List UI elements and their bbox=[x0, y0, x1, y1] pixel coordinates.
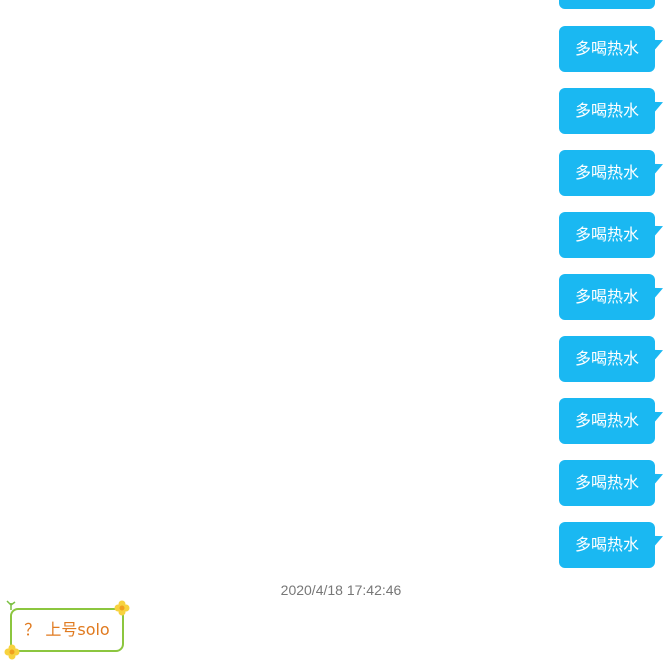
message-text: 多喝热水 bbox=[574, 411, 639, 430]
message-bubble: 多喝热水 bbox=[559, 460, 655, 506]
message-timestamp: 2020/4/18 17:42:46 bbox=[280, 582, 402, 598]
message-bubble: 多喝热水 bbox=[559, 274, 655, 320]
message-text: 多喝热水 bbox=[574, 101, 639, 120]
message-bubble: 多喝热水 bbox=[559, 212, 655, 258]
message-bubble: 多喝热水 bbox=[559, 88, 655, 134]
message-text: 多喝热水 bbox=[574, 39, 639, 58]
message-text: 多喝热水 bbox=[574, 163, 639, 182]
flower-icon bbox=[114, 600, 130, 616]
incoming-message-text: ？ 上号solo bbox=[24, 620, 110, 639]
message-bubble: 多喝热水 bbox=[559, 398, 655, 444]
leaf-icon bbox=[6, 600, 16, 610]
message-bubble-partial bbox=[559, 0, 655, 9]
message-bubble: 多喝热水 bbox=[559, 336, 655, 382]
message-text: 多喝热水 bbox=[574, 287, 639, 306]
message-bubble: 多喝热水 bbox=[559, 522, 655, 568]
flower-icon bbox=[4, 644, 20, 660]
message-text: 多喝热水 bbox=[574, 349, 639, 368]
message-text: 多喝热水 bbox=[574, 225, 639, 244]
message-bubble: 多喝热水 bbox=[559, 26, 655, 72]
message-text: 多喝热水 bbox=[574, 473, 639, 492]
message-bubble: 多喝热水 bbox=[559, 150, 655, 196]
message-text: 多喝热水 bbox=[574, 535, 639, 554]
chat-panel: 多喝热水 多喝热水 多喝热水 多喝热水 多喝热水 多喝热水 多喝热水 多喝热水 … bbox=[0, 0, 667, 665]
incoming-message-bubble: ？ 上号solo bbox=[4, 600, 130, 660]
